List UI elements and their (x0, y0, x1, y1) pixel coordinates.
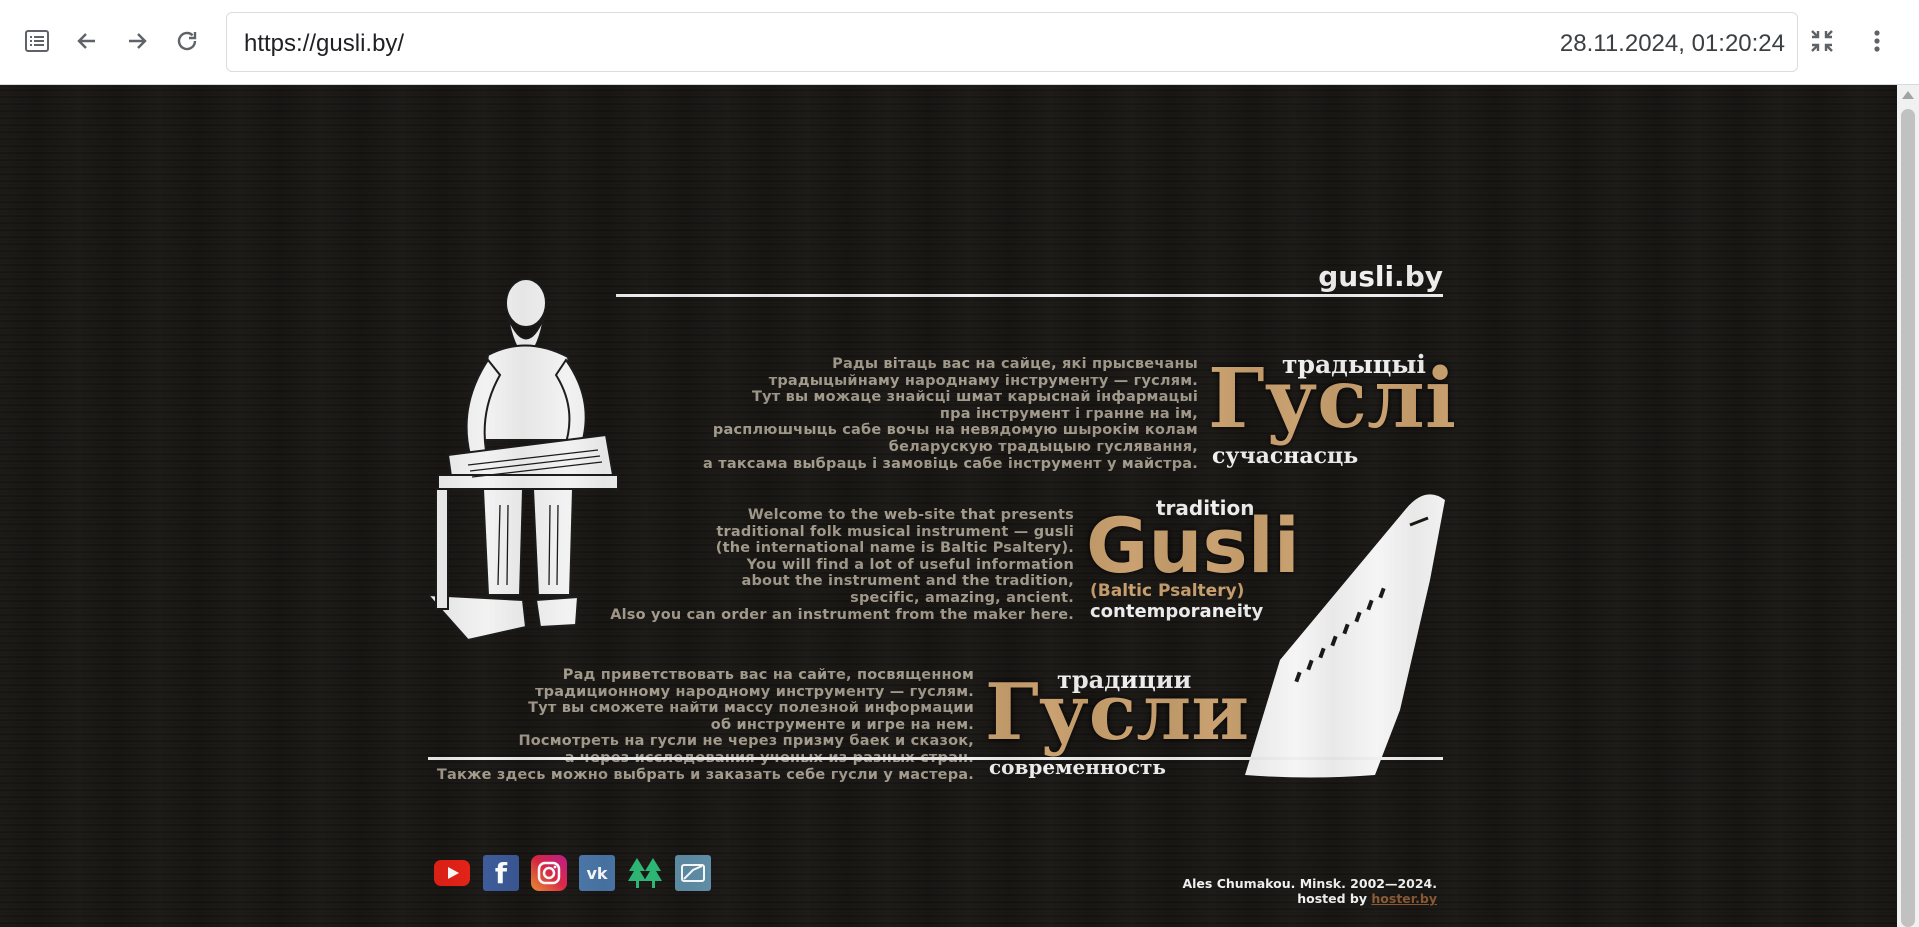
facebook-icon[interactable]: f (483, 855, 519, 891)
text-line: традыцыйнаму народнаму інструменту — гус… (768, 372, 1198, 389)
logo-gusli-belarusian[interactable]: традыцыі Гуслі сучаснасць (1208, 350, 1456, 470)
text-line: Также здесь можно выбрать и заказать себ… (436, 766, 974, 783)
youtube-icon[interactable] (434, 855, 470, 891)
page-scrollbar[interactable] (1897, 85, 1919, 927)
compress-icon[interactable] (1805, 24, 1839, 58)
zen-icon[interactable] (675, 855, 711, 891)
copyright-text: Ales Chumakou. Minsk. 2002—2024. (1182, 876, 1437, 891)
address-bar[interactable]: https://gusli.by/ 28.11.2024, 01:20:24 (226, 12, 1798, 72)
page-viewport: gusli.by Рады вітаць вас на сайце, які п… (0, 85, 1897, 927)
logo-bottom-text: сучаснасць (1212, 443, 1359, 469)
text-line: пра інструмент і гранне на ім, (939, 405, 1198, 422)
hosted-by-text: hosted by (1297, 891, 1368, 906)
text-line: традиционному народному инструменту — гу… (535, 683, 974, 700)
datetime-text: 28.11.2024, 01:20:24 (1559, 30, 1785, 57)
hoster-link[interactable]: hoster.by (1371, 891, 1437, 906)
text-line: traditional folk musical instrument — gu… (716, 523, 1074, 540)
text-line: about the instrument and the tradition, (741, 573, 1074, 590)
site-title[interactable]: gusli.by (1270, 260, 1443, 293)
intro-text-english: Welcome to the web-site that presents tr… (480, 507, 1074, 623)
logo-main-text: Гусли (985, 667, 1250, 758)
text-line: Тут вы можаце знайсці шмат карыснай інфа… (752, 389, 1198, 406)
list-icon[interactable] (20, 24, 54, 58)
instagram-icon[interactable] (531, 855, 567, 891)
arrow-right-icon[interactable] (120, 24, 154, 58)
text-line: расплюшчыць сабе вочы на невядомую шырок… (712, 422, 1198, 439)
logo-gusli-russian[interactable]: традиции Гусли современность (985, 665, 1249, 783)
intro-text-belarusian: Рады вітаць вас на сайце, які прысвечаны… (600, 356, 1198, 472)
scroll-up-arrow-icon[interactable] (1902, 91, 1914, 99)
text-line: об инструменте и игре на нем. (710, 716, 974, 733)
kebab-menu-icon[interactable] (1860, 24, 1894, 58)
site-footer: Ales Chumakou. Minsk. 2002—2024. hosted … (1000, 876, 1437, 906)
logo-bottom-text: contemporaneity (1090, 601, 1264, 622)
scroll-thumb[interactable] (1901, 109, 1915, 927)
text-line: Рады вітаць вас на сайце, які прысвечаны (832, 356, 1198, 372)
text-line: Also you can order an instrument from th… (610, 606, 1074, 623)
bottom-divider (428, 757, 1443, 760)
url-text[interactable]: https://gusli.by/ (244, 30, 404, 58)
text-line: беларускую традыцыю гуслявання, (888, 438, 1198, 455)
text-line: (the international name is Baltic Psalte… (715, 540, 1074, 557)
logo-main-text: Гуслі (1208, 351, 1457, 447)
gusli-instrument-illustration (1245, 494, 1445, 778)
text-line: Welcome to the web-site that presents (747, 507, 1074, 523)
intro-text-russian: Рад приветствовать вас на сайте, посвяще… (400, 667, 974, 783)
text-line: You will find a lot of useful informatio… (746, 556, 1074, 573)
text-line: specific, amazing, ancient. (850, 589, 1074, 606)
vk-icon[interactable]: vk (579, 855, 615, 891)
text-line: Тут вы сможете найти массу полезной инфо… (528, 700, 974, 717)
browser-toolbar: https://gusli.by/ 28.11.2024, 01:20:24 (0, 0, 1919, 85)
text-line: а таксама выбраць і замовіць сабе інстру… (703, 455, 1198, 472)
trees-icon[interactable] (627, 855, 663, 891)
reload-icon[interactable] (170, 24, 204, 58)
text-line: Рад приветствовать вас на сайте, посвяще… (562, 667, 974, 683)
arrow-left-icon[interactable] (70, 24, 104, 58)
hosted-by-line: hosted by hoster.by (1000, 891, 1437, 906)
top-divider (616, 294, 1443, 297)
text-line: Посмотреть на гусли не через призму баек… (518, 733, 974, 750)
logo-sub-text: (Baltic Psaltery) (1090, 581, 1245, 601)
